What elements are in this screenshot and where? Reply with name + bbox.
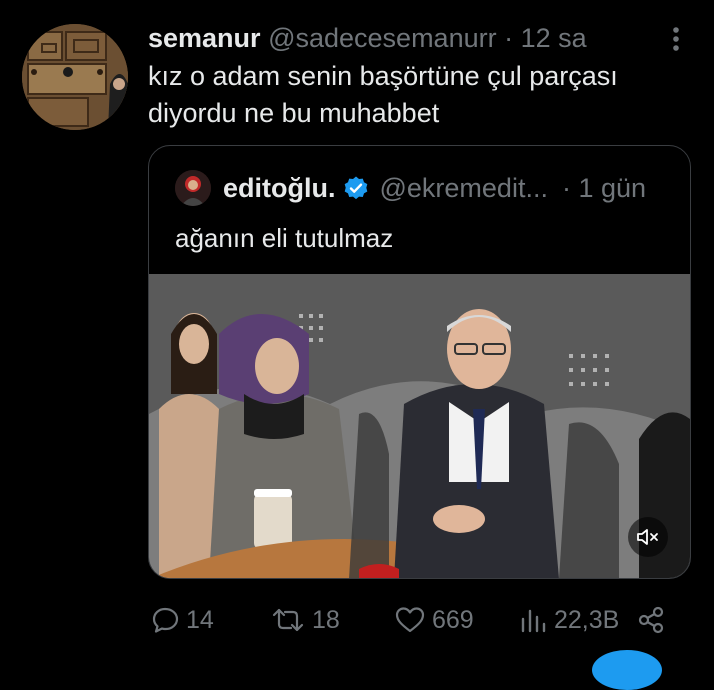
mute-icon[interactable] (628, 517, 668, 557)
like-count: 669 (432, 605, 474, 634)
reply-count: 14 (186, 605, 214, 634)
tweet-action-bar: 14 18 669 22,3B (148, 600, 678, 640)
author-display-name[interactable]: semanur (148, 23, 261, 53)
views-count: 22,3B (554, 605, 620, 634)
retweet-button[interactable]: 18 (270, 600, 340, 640)
quoted-author-handle[interactable]: @ekremedit... (379, 173, 547, 204)
tweet-header: semanur @sadecesemanurr · 12 sa (148, 22, 587, 54)
heart-icon (395, 607, 425, 633)
reply-button[interactable]: 14 (150, 600, 214, 640)
separator-dot: · (561, 172, 571, 203)
retweet-icon (272, 608, 304, 632)
quoted-author-avatar[interactable] (175, 170, 211, 206)
share-button[interactable] (636, 600, 672, 640)
share-icon (638, 606, 664, 634)
tweet-timestamp[interactable]: 12 sa (521, 23, 587, 53)
tweet-text: kız o adam senin başörtüne çul parçası d… (148, 61, 618, 128)
video-player[interactable] (149, 274, 690, 578)
separator-dot: · (504, 23, 514, 53)
quoted-time-value[interactable]: 1 gün (578, 173, 646, 203)
author-avatar[interactable] (22, 24, 128, 130)
compose-fab[interactable] (592, 650, 662, 690)
quoted-tweet-text: ağanın eli tutulmaz (175, 223, 394, 253)
quoted-tweet-card[interactable]: editoğlu. @ekremedit... · 1 gün ağanın e… (148, 145, 691, 579)
verified-badge-icon (343, 175, 369, 201)
quoted-author-display-name[interactable]: editoğlu. (223, 173, 335, 204)
views-button[interactable]: 22,3B (518, 600, 619, 640)
quoted-tweet-header: editoğlu. @ekremedit... · 1 gün (175, 170, 646, 206)
retweet-count: 18 (312, 605, 340, 634)
author-handle[interactable]: @sadecesemanurr (268, 23, 497, 53)
like-button[interactable]: 669 (394, 600, 474, 640)
reply-icon (152, 607, 179, 633)
more-vertical-icon[interactable] (662, 22, 690, 56)
quoted-tweet-timestamp: · 1 gün (562, 173, 646, 204)
views-icon (521, 609, 546, 633)
